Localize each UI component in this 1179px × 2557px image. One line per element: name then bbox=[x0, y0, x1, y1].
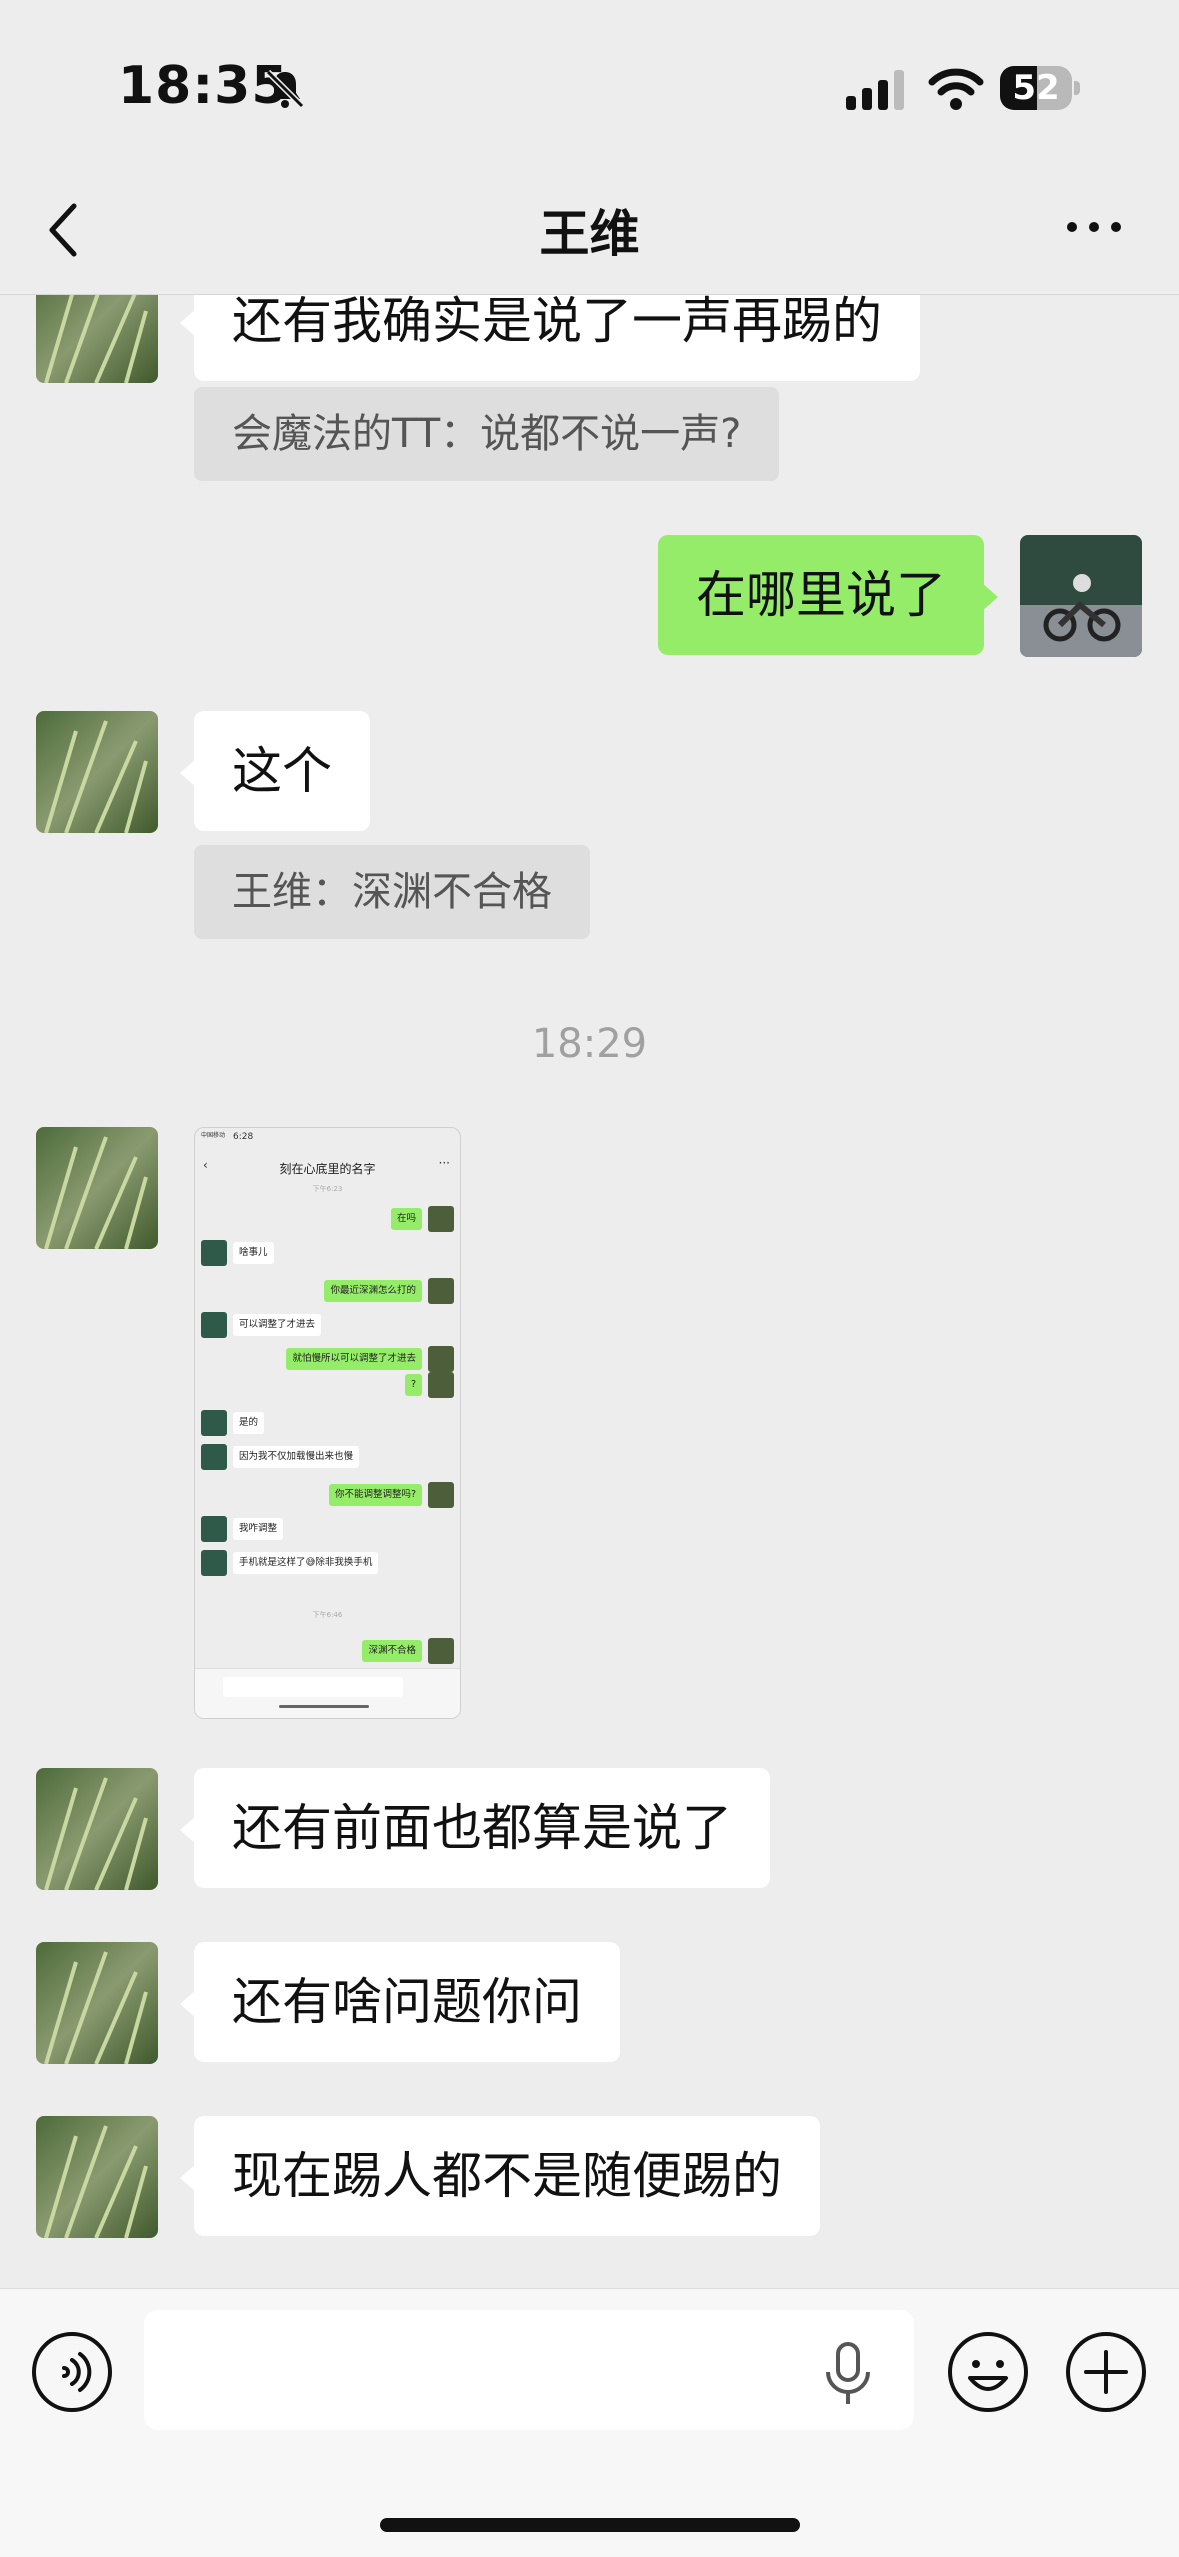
thumb-avatar bbox=[201, 1410, 227, 1436]
avatar[interactable] bbox=[36, 295, 158, 383]
message-bubble[interactable]: 这个 bbox=[180, 711, 370, 831]
thumb-time-bottom: 下午6:46 bbox=[312, 1611, 343, 1619]
avatar[interactable] bbox=[36, 1942, 158, 2064]
timestamp: 18:29 bbox=[531, 1021, 648, 1067]
thumb-message: 深渊不合格 bbox=[362, 1640, 422, 1662]
thumb-avatar bbox=[428, 1278, 454, 1304]
avatar-self[interactable] bbox=[1020, 535, 1142, 657]
thumb-message: 因为我不仅加载慢出来也慢 bbox=[233, 1446, 360, 1468]
thumb-message: 就怕慢所以可以调整了才进去 bbox=[286, 1348, 422, 1370]
thumb-message: 你最近深渊怎么打的 bbox=[324, 1280, 422, 1302]
avatar[interactable] bbox=[36, 1127, 158, 1249]
quoted-message[interactable]: 会魔法的TT：说都不说一声? bbox=[194, 387, 780, 481]
emoji-icon[interactable] bbox=[946, 2330, 1030, 2414]
thumb-avatar bbox=[201, 1444, 227, 1470]
more-horizontal-icon[interactable] bbox=[1064, 212, 1124, 242]
thumb-avatar bbox=[201, 1550, 227, 1576]
thumb-title: 刻在心底里的名字 bbox=[279, 1162, 376, 1176]
thumb-avatar bbox=[201, 1240, 227, 1266]
cellular-signal-icon bbox=[846, 70, 904, 110]
wifi-icon bbox=[928, 68, 984, 110]
thumb-carrier: 中国移动 bbox=[201, 1132, 226, 1139]
message-bubble[interactable]: 还有我确实是说了一声再踢的 bbox=[180, 295, 920, 381]
thumb-more-icon: ··· bbox=[438, 1156, 450, 1170]
battery-icon: 52 bbox=[1000, 66, 1080, 110]
battery-level: 52 bbox=[1012, 68, 1060, 108]
thumb-message: 啥事儿 bbox=[233, 1242, 274, 1264]
microphone-icon[interactable] bbox=[820, 2338, 876, 2408]
avatar[interactable] bbox=[36, 1768, 158, 1890]
thumb-message: 是的 bbox=[233, 1412, 265, 1434]
thumb-message: 手机就是这样了😅除非我换手机 bbox=[233, 1552, 379, 1574]
message-bubble[interactable]: 现在踢人都不是随便踢的 bbox=[180, 2116, 820, 2236]
quoted-message[interactable]: 王维：深渊不合格 bbox=[194, 845, 590, 939]
message-bubble[interactable]: 还有啥问题你问 bbox=[180, 1942, 620, 2062]
thumb-avatar bbox=[428, 1372, 454, 1398]
thumb-time-top: 下午6:23 bbox=[312, 1185, 343, 1193]
avatar[interactable] bbox=[36, 711, 158, 833]
thumb-avatar bbox=[428, 1206, 454, 1232]
message-input[interactable] bbox=[144, 2310, 914, 2430]
thumb-status-time: 6:28 bbox=[233, 1132, 254, 1142]
chat-title: 王维 bbox=[539, 205, 640, 263]
thumb-avatar bbox=[201, 1312, 227, 1338]
thumb-message: 你不能调整调整吗? bbox=[328, 1484, 422, 1506]
thumb-avatar bbox=[428, 1638, 454, 1664]
thumb-message: ? bbox=[404, 1374, 422, 1396]
thumb-avatar bbox=[428, 1346, 454, 1372]
image-message[interactable]: 中国移动 6:28 ‹ 刻在心底里的名字 ··· 下午6:23 在吗 啥事儿 你最近… bbox=[194, 1127, 461, 1719]
voice-icon[interactable] bbox=[30, 2330, 114, 2414]
thumb-avatar bbox=[201, 1516, 227, 1542]
thumb-input-bar bbox=[195, 1668, 460, 1718]
plus-circle-icon[interactable] bbox=[1064, 2330, 1148, 2414]
thumb-message: 可以调整了才进去 bbox=[233, 1314, 322, 1336]
home-indicator bbox=[380, 2518, 800, 2532]
thumb-message: 我咋调整 bbox=[233, 1518, 284, 1540]
thumb-avatar bbox=[428, 1482, 454, 1508]
avatar[interactable] bbox=[36, 2116, 158, 2238]
thumb-message: 在吗 bbox=[390, 1208, 422, 1230]
message-bubble[interactable]: 还有前面也都算是说了 bbox=[180, 1768, 770, 1888]
message-bubble-sent[interactable]: 在哪里说了 bbox=[658, 535, 998, 655]
bell-slash-icon bbox=[265, 69, 305, 109]
